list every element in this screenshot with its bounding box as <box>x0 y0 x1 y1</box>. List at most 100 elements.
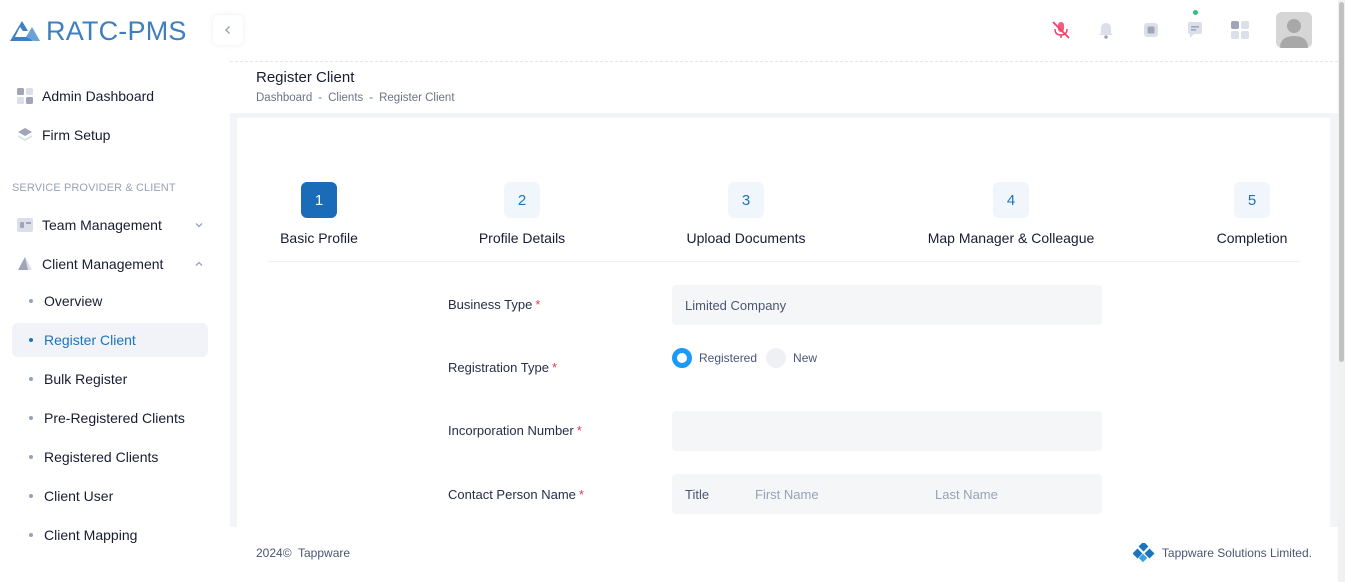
logo-icon <box>10 21 40 41</box>
bullet-icon <box>29 377 33 381</box>
breadcrumb-item-clients[interactable]: Clients <box>328 92 363 104</box>
label-text: Contact Person Name <box>448 487 576 502</box>
sidebar-subitem-registered-clients[interactable]: Registered Clients <box>12 440 208 474</box>
step-1[interactable]: 1 <box>301 182 337 218</box>
breadcrumb-separator: - <box>318 92 323 104</box>
business-type-select[interactable]: Limited Company <box>672 285 1102 325</box>
last-name-input[interactable]: Last Name <box>935 487 998 502</box>
label-text: Registration Type <box>448 360 549 375</box>
step-number: 4 <box>993 182 1029 218</box>
footer-brand-text: Tappware Solutions Limited. <box>1161 546 1312 560</box>
page-header: Register Client Dashboard - Clients - Re… <box>230 63 1338 113</box>
top-header <box>230 0 1338 62</box>
sidebar-subitem-client-mapping[interactable]: Client Mapping <box>12 518 208 552</box>
breadcrumb-separator: - <box>369 92 374 104</box>
step-label-completion: Completion <box>1216 230 1288 246</box>
chip-icon[interactable] <box>1139 18 1163 42</box>
sidebar-subitem-label: Bulk Register <box>44 371 128 387</box>
bullet-icon <box>29 455 33 459</box>
step-number: 2 <box>504 182 540 218</box>
dashboard-grid-icon <box>16 87 34 105</box>
sidebar-subitem-label: Pre-Registered Clients <box>44 410 185 426</box>
step-2[interactable]: 2 <box>504 182 540 218</box>
sidebar-subitem-register-client[interactable]: Register Client <box>12 323 208 357</box>
bullet-icon <box>29 338 33 342</box>
required-marker: * <box>535 297 541 312</box>
page-scrollbar[interactable] <box>1338 0 1345 582</box>
radio-new[interactable] <box>766 348 787 368</box>
contact-person-name-label: Contact Person Name * <box>448 487 584 502</box>
bell-icon[interactable] <box>1094 18 1118 42</box>
label-text: Business Type <box>448 297 533 312</box>
sidebar-subitem-bulk-register[interactable]: Bulk Register <box>12 362 208 396</box>
sidebar-subitem-label: Overview <box>44 293 103 309</box>
step-5[interactable]: 5 <box>1234 182 1270 218</box>
step-label-map-manager: Map Manager & Colleague <box>927 230 1095 246</box>
sidebar-item-label: Admin Dashboard <box>42 88 155 104</box>
radio-registered-label[interactable]: Registered <box>699 351 757 365</box>
required-marker: * <box>551 360 557 375</box>
sidebar-subitem-overview[interactable]: Overview <box>12 284 208 318</box>
step-label-upload-documents: Upload Documents <box>686 230 806 246</box>
step-number: 3 <box>728 182 764 218</box>
radio-new-label[interactable]: New <box>793 351 817 365</box>
sidebar-subitem-label: Client Mapping <box>44 527 138 543</box>
chevron-up-icon <box>195 261 203 266</box>
breadcrumb-item-current: Register Client <box>379 92 455 104</box>
breadcrumb-item-dashboard[interactable]: Dashboard <box>256 92 312 104</box>
footer-brand: Tappware Solutions Limited. <box>1132 543 1312 563</box>
sidebar-subitem-client-user[interactable]: Client User <box>12 479 208 513</box>
step-label-basic-profile: Basic Profile <box>280 230 358 246</box>
footer-year: 2024© <box>256 546 292 560</box>
sidebar-subitem-pre-registered-clients[interactable]: Pre-Registered Clients <box>12 401 208 435</box>
sidebar: RATC-PMS Admin Dashboard Firm Setup SERV… <box>0 0 230 582</box>
first-name-input[interactable]: First Name <box>755 487 819 502</box>
bullet-icon <box>29 299 33 303</box>
microphone-muted-icon[interactable] <box>1049 18 1073 42</box>
sidebar-item-team-management[interactable]: Team Management <box>12 208 208 242</box>
required-marker: * <box>576 423 582 438</box>
business-type-value: Limited Company <box>685 297 787 313</box>
user-silhouette-icon <box>1276 12 1312 48</box>
footer-copyright: 2024© Tappware <box>256 546 350 560</box>
incorporation-number-input[interactable] <box>672 411 1102 451</box>
sidebar-item-label: Firm Setup <box>42 127 111 143</box>
registration-type-label: Registration Type * <box>448 360 557 375</box>
footer: 2024© Tappware Tappware Solutions Limite… <box>230 527 1338 582</box>
bullet-icon <box>29 494 33 498</box>
client-triangle-icon <box>16 255 34 273</box>
incorporation-number-label: Incorporation Number * <box>448 423 582 438</box>
registration-type-radio-group: Registered New <box>672 348 817 368</box>
sidebar-item-admin-dashboard[interactable]: Admin Dashboard <box>12 79 208 113</box>
chat-icon[interactable] <box>1183 18 1207 42</box>
title-select[interactable]: Title <box>685 487 709 502</box>
breadcrumb: Dashboard - Clients - Register Client <box>256 92 455 104</box>
user-avatar[interactable] <box>1276 12 1312 48</box>
radio-registered[interactable] <box>672 348 692 368</box>
business-type-label: Business Type * <box>448 297 540 312</box>
apps-grid-icon[interactable] <box>1228 18 1252 42</box>
step-label-profile-details: Profile Details <box>478 230 566 246</box>
chevron-left-icon <box>225 26 230 34</box>
layers-icon <box>16 126 34 144</box>
contact-person-name-group: Title First Name Last Name <box>672 474 1102 514</box>
step-3[interactable]: 3 <box>728 182 764 218</box>
scrollbar-thumb[interactable] <box>1339 2 1344 362</box>
sidebar-item-client-management[interactable]: Client Management <box>12 247 208 281</box>
required-marker: * <box>578 487 584 502</box>
sidebar-section-title: SERVICE PROVIDER & CLIENT <box>12 182 176 194</box>
team-card-icon <box>16 216 34 234</box>
step-number: 1 <box>301 182 337 218</box>
sidebar-collapse-button[interactable] <box>213 15 243 45</box>
footer-company-link[interactable]: Tappware <box>298 546 350 560</box>
sidebar-item-firm-setup[interactable]: Firm Setup <box>12 118 208 152</box>
sidebar-item-label: Team Management <box>42 217 162 233</box>
app-name: RATC-PMS <box>46 15 187 46</box>
bullet-icon <box>29 416 33 420</box>
step-4[interactable]: 4 <box>993 182 1029 218</box>
notification-dot <box>1193 10 1198 15</box>
sidebar-subitem-label: Registered Clients <box>44 449 159 465</box>
tappware-logo-icon <box>1132 543 1155 563</box>
label-text: Incorporation Number <box>448 423 574 438</box>
app-logo[interactable]: RATC-PMS <box>8 14 187 48</box>
